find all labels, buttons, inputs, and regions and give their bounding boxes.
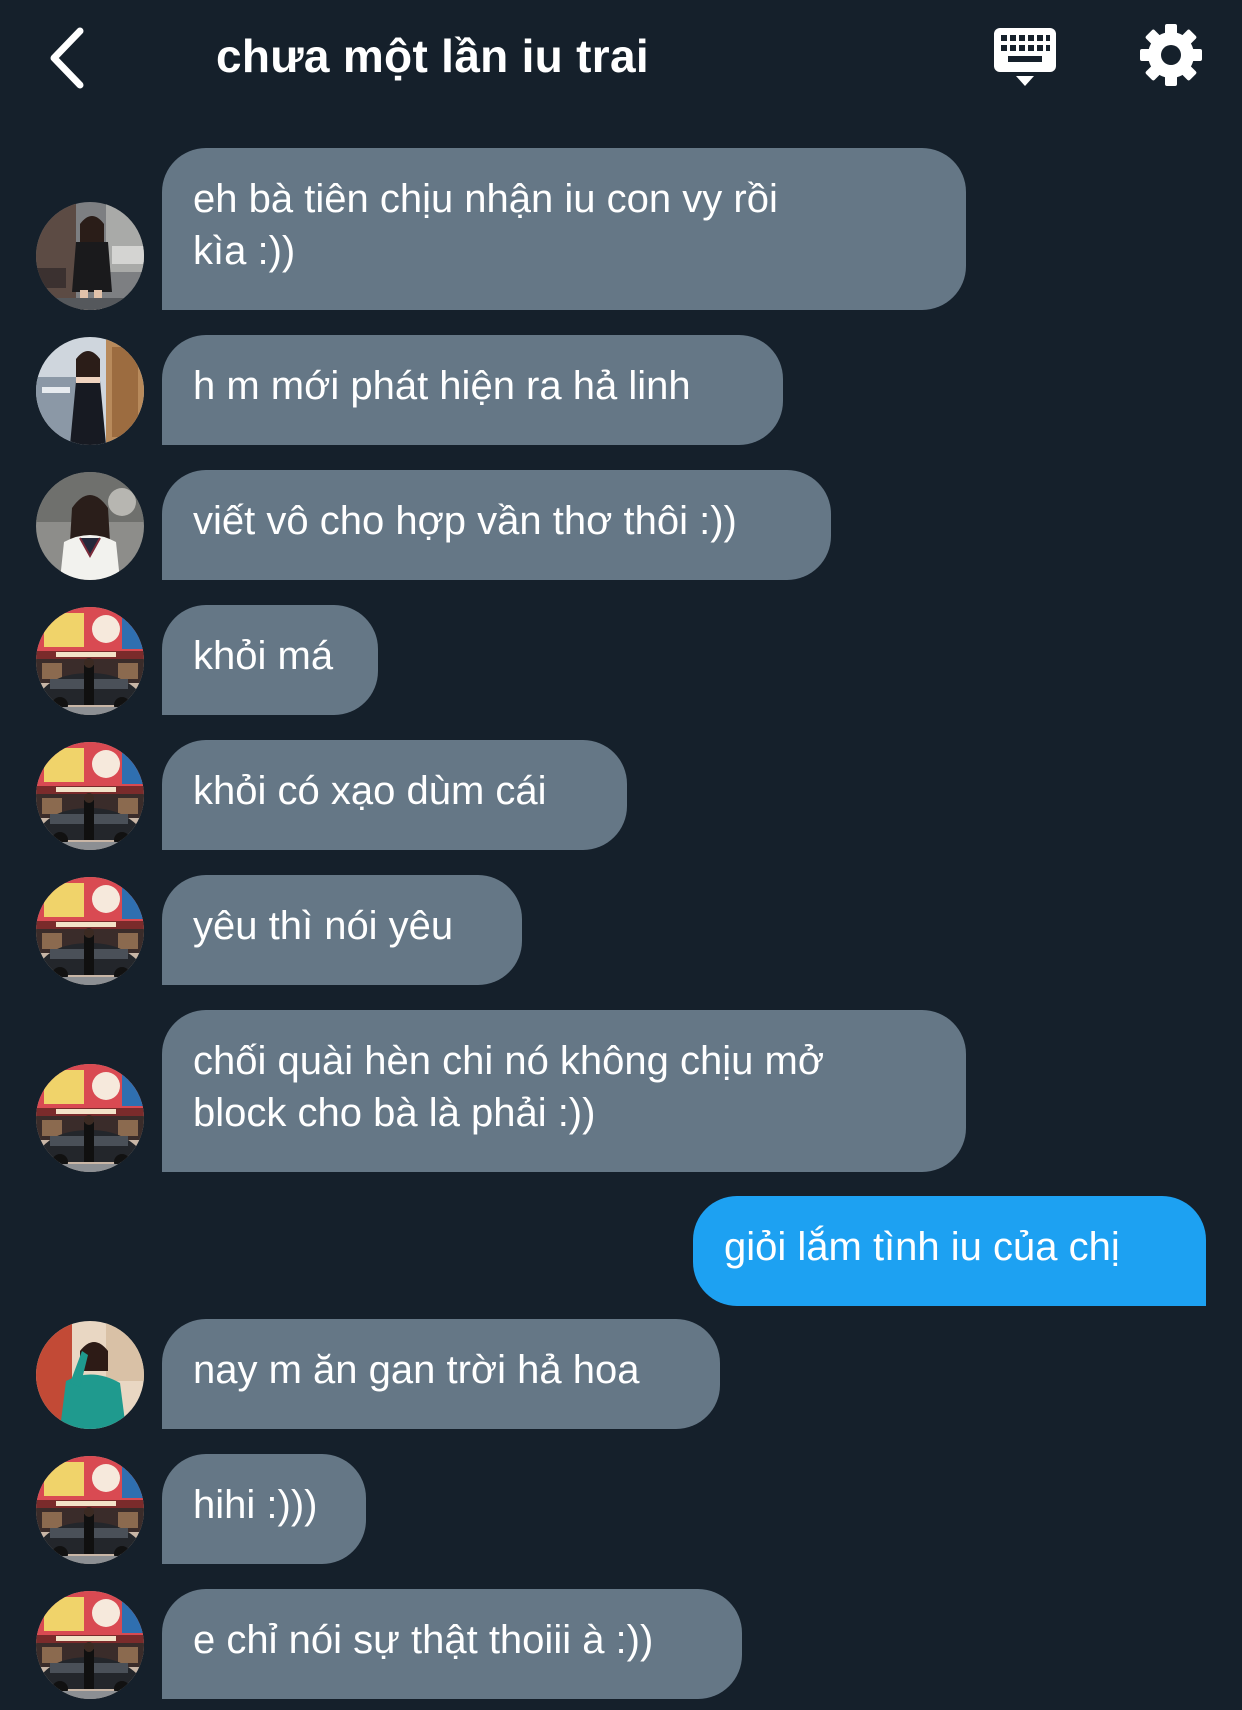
message-row: khỏi có xạo dùm cái — [0, 740, 1242, 850]
conversation-title: chưa một lần iu trai — [216, 30, 649, 82]
message-bubble[interactable]: e chỉ nói sự thật thoiii à :)) — [162, 1589, 742, 1699]
message-row-sent: giỏi lắm tình iu của chị — [0, 1196, 1242, 1306]
avatar[interactable] — [36, 337, 144, 445]
message-bubble[interactable]: viết vô cho hợp vần thơ thôi :)) — [162, 470, 831, 580]
avatar[interactable] — [36, 607, 144, 715]
message-bubble[interactable]: khỏi má — [162, 605, 378, 715]
message-bubble[interactable]: chối quài hèn chi nó không chịu mở block… — [162, 1010, 966, 1172]
message-bubble[interactable]: yêu thì nói yêu — [162, 875, 522, 985]
message-row: khỏi má — [0, 605, 1242, 715]
avatar[interactable] — [36, 1456, 144, 1564]
message-row: e chỉ nói sự thật thoiii à :)) — [0, 1589, 1242, 1699]
chevron-left-icon — [50, 27, 84, 89]
message-row: viết vô cho hợp vần thơ thôi :)) — [0, 470, 1242, 580]
message-row: yêu thì nói yêu — [0, 875, 1242, 985]
message-bubble[interactable]: khỏi có xạo dùm cái — [162, 740, 627, 850]
message-bubble[interactable]: h m mới phát hiện ra hả linh — [162, 335, 783, 445]
avatar[interactable] — [36, 877, 144, 985]
avatar[interactable] — [36, 1064, 144, 1172]
message-row: nay m ăn gan trời hả hoa — [0, 1319, 1242, 1429]
keyboard-icon — [994, 28, 1056, 86]
settings-button[interactable] — [1136, 20, 1206, 90]
avatar[interactable] — [36, 1321, 144, 1429]
message-row: chối quài hèn chi nó không chịu mở block… — [0, 1010, 1242, 1172]
message-row: eh bà tiên chịu nhận iu con vy rồi kìa :… — [0, 148, 1242, 310]
conversation-header: chưa một lần iu trai — [0, 0, 1242, 112]
back-button[interactable] — [36, 22, 96, 94]
message-bubble[interactable]: hihi :))) — [162, 1454, 366, 1564]
avatar[interactable] — [36, 742, 144, 850]
avatar[interactable] — [36, 1591, 144, 1699]
message-bubble[interactable]: nay m ăn gan trời hả hoa — [162, 1319, 720, 1429]
avatar[interactable] — [36, 472, 144, 580]
gear-icon — [1140, 24, 1202, 86]
message-bubble[interactable]: eh bà tiên chịu nhận iu con vy rồi kìa :… — [162, 148, 966, 310]
sent-message-bubble[interactable]: giỏi lắm tình iu của chị — [693, 1196, 1206, 1306]
keyboard-button[interactable] — [990, 22, 1060, 92]
message-row: hihi :))) — [0, 1454, 1242, 1564]
message-row: h m mới phát hiện ra hả linh — [0, 335, 1242, 445]
avatar[interactable] — [36, 202, 144, 310]
